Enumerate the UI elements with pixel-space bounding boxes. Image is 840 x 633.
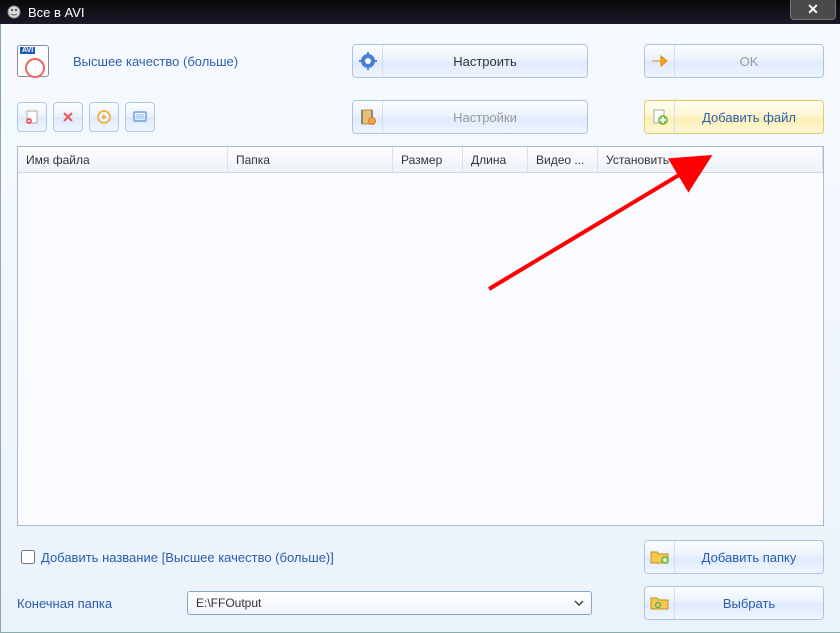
folder-add-icon [645, 541, 675, 573]
col-video[interactable]: Видео ... [528, 147, 598, 172]
info-button[interactable] [125, 102, 155, 132]
settings-label: Настройки [383, 110, 587, 125]
configure-label: Настроить [383, 54, 587, 69]
arrow-right-icon [645, 45, 675, 77]
ok-label: OK [675, 54, 823, 69]
window-title: Все в AVI [28, 5, 85, 20]
close-icon: ✕ [807, 1, 819, 18]
close-button[interactable]: ✕ [790, 0, 836, 20]
settings-button[interactable]: Настройки [352, 100, 588, 134]
select-folder-label: Выбрать [675, 596, 823, 611]
delete-button[interactable] [53, 102, 83, 132]
ok-button[interactable]: OK [644, 44, 824, 78]
output-folder-label: Конечная папка [17, 596, 187, 611]
add-folder-button[interactable]: Добавить папку [644, 540, 824, 574]
folder-open-icon [645, 587, 675, 619]
content-area: Высшее качество (больше) Настроить OK [0, 24, 840, 633]
file-table: Имя файла Папка Размер Длина Видео ... У… [17, 146, 824, 526]
add-title-input[interactable] [21, 550, 35, 564]
play-button[interactable] [89, 102, 119, 132]
add-folder-label: Добавить папку [675, 550, 823, 565]
titlebar: Все в AVI ✕ [0, 0, 840, 24]
format-avi-icon[interactable] [17, 45, 49, 77]
col-folder[interactable]: Папка [228, 147, 393, 172]
app-icon [6, 4, 22, 20]
play-icon [97, 110, 111, 124]
col-filename[interactable]: Имя файла [18, 147, 228, 172]
col-size[interactable]: Размер [393, 147, 463, 172]
app-window: Все в AVI ✕ Высшее качество (больше) Нас… [0, 0, 840, 633]
file-remove-icon [24, 109, 40, 125]
add-title-suffix: [Высшее качество (больше)] [162, 550, 334, 565]
screen-icon [132, 110, 148, 124]
film-icon [353, 101, 383, 133]
output-folder-value: E:\FFOutput [196, 596, 261, 610]
col-length[interactable]: Длина [463, 147, 528, 172]
configure-button[interactable]: Настроить [352, 44, 588, 78]
add-title-checkbox[interactable]: Добавить название [Высшее качество (боль… [17, 547, 334, 567]
col-set[interactable]: Установить ... [598, 147, 823, 172]
gear-icon [353, 45, 383, 77]
quality-label[interactable]: Высшее качество (больше) [73, 54, 238, 69]
add-file-label: Добавить файл [675, 110, 823, 125]
table-body[interactable] [18, 173, 823, 525]
add-file-icon [645, 101, 675, 133]
output-folder-combo[interactable]: E:\FFOutput [187, 591, 592, 615]
delete-icon [61, 110, 75, 124]
table-header: Имя файла Папка Размер Длина Видео ... У… [18, 147, 823, 173]
chevron-down-icon [571, 595, 587, 611]
select-folder-button[interactable]: Выбрать [644, 586, 824, 620]
remove-file-button[interactable] [17, 102, 47, 132]
add-title-prefix: Добавить название [41, 550, 158, 565]
add-file-button[interactable]: Добавить файл [644, 100, 824, 134]
